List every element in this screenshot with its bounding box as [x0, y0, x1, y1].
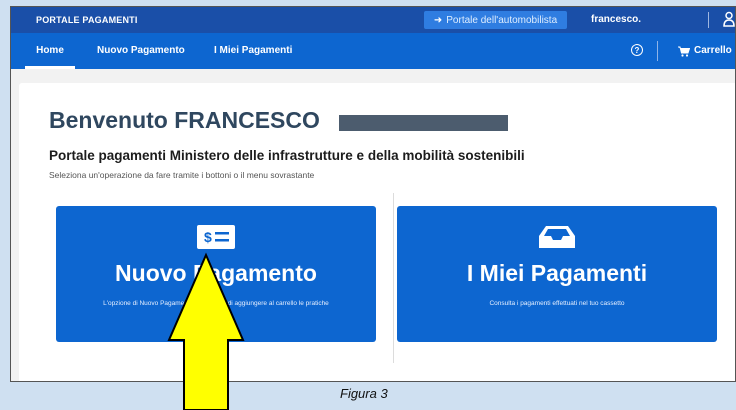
pointer-arrow-annotation: [167, 252, 245, 410]
